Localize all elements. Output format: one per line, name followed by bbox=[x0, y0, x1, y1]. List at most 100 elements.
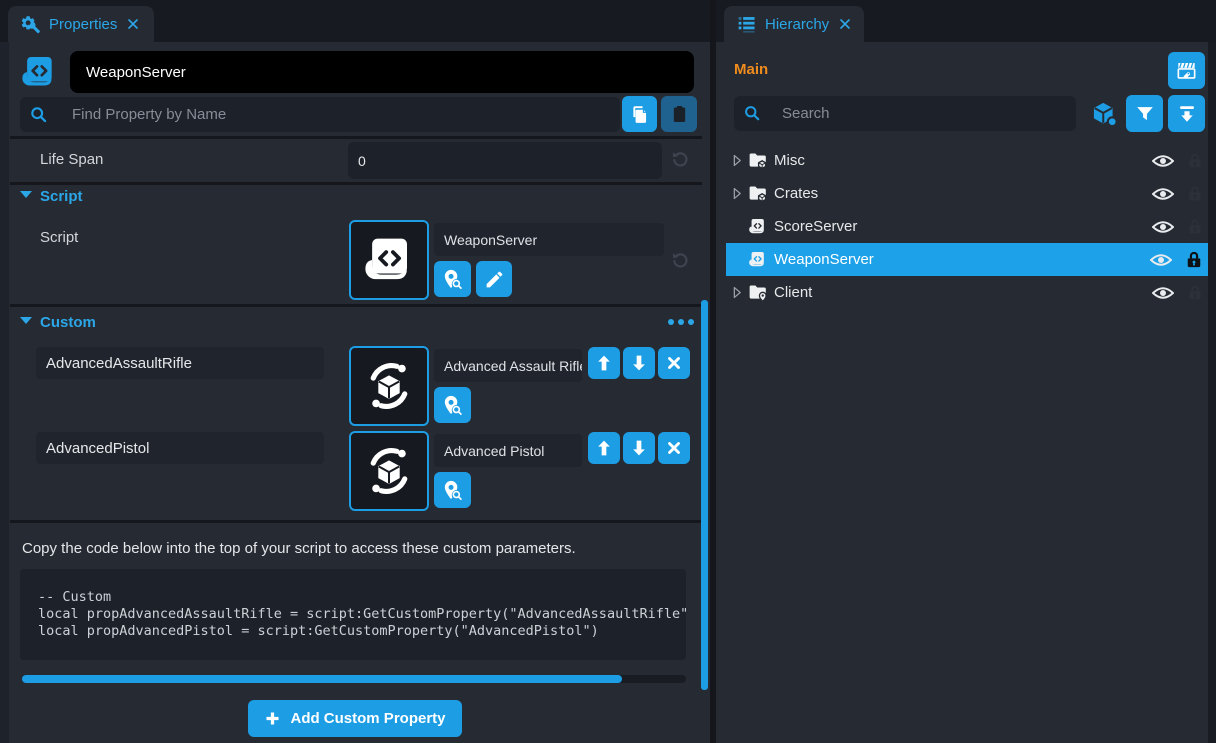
custom-property-name-input[interactable] bbox=[36, 347, 324, 379]
reset-life-span-icon[interactable] bbox=[670, 150, 690, 170]
hierarchy-tree: Misc Crates ScoreServer bbox=[726, 144, 1208, 309]
object-name-input[interactable] bbox=[70, 51, 694, 93]
divider bbox=[10, 520, 702, 523]
collapse-custom-section-icon[interactable] bbox=[20, 317, 32, 324]
pin-search-icon bbox=[441, 479, 464, 502]
asset-cube-icon bbox=[362, 444, 416, 498]
add-custom-property-button[interactable]: Add Custom Property bbox=[248, 700, 462, 737]
plus-icon bbox=[264, 710, 281, 727]
divider bbox=[10, 136, 702, 139]
visibility-eye-icon[interactable] bbox=[1150, 253, 1172, 267]
pencil-icon bbox=[484, 269, 505, 290]
horizontal-scrollbar-track[interactable] bbox=[22, 675, 686, 683]
horizontal-scrollbar-thumb[interactable] bbox=[22, 675, 622, 683]
tab-properties[interactable]: Properties bbox=[8, 6, 154, 42]
divider bbox=[10, 304, 702, 307]
collapse-all-button[interactable] bbox=[1168, 95, 1205, 132]
script-type-icon bbox=[20, 53, 58, 96]
asset-reference-value[interactable]: Advanced Assault Rifle bbox=[434, 349, 582, 382]
tree-row-weaponserver[interactable]: WeaponServer bbox=[726, 243, 1208, 276]
expand-chevron-icon[interactable] bbox=[728, 154, 746, 167]
delete-custom-property-button[interactable] bbox=[658, 432, 690, 464]
code-snippet-block[interactable]: -- Custom local propAdvancedAssaultRifle… bbox=[20, 569, 686, 660]
tree-row-label: Crates bbox=[774, 185, 818, 202]
tab-properties-label: Properties bbox=[49, 16, 117, 33]
tree-row-label: Client bbox=[774, 284, 812, 301]
find-asset-button[interactable] bbox=[434, 472, 471, 508]
script-section-title: Script bbox=[40, 188, 83, 205]
script-reference-value[interactable]: WeaponServer bbox=[434, 223, 664, 256]
folder-cube-icon bbox=[746, 183, 768, 204]
tree-row-label: ScoreServer bbox=[774, 218, 857, 235]
tab-hierarchy[interactable]: Hierarchy bbox=[724, 6, 864, 42]
visibility-eye-icon[interactable] bbox=[1152, 187, 1174, 201]
asset-thumbnail[interactable] bbox=[349, 431, 429, 511]
arrow-down-icon bbox=[629, 353, 649, 373]
vertical-scrollbar-thumb[interactable] bbox=[701, 300, 708, 690]
hierarchy-search-input[interactable] bbox=[734, 96, 1076, 131]
lock-icon[interactable] bbox=[1186, 185, 1204, 203]
pin-search-icon bbox=[441, 268, 464, 291]
collapse-script-section-icon[interactable] bbox=[20, 191, 32, 198]
networked-object-icon[interactable] bbox=[1091, 100, 1119, 128]
asset-thumbnail[interactable] bbox=[349, 346, 429, 426]
visibility-eye-icon[interactable] bbox=[1152, 286, 1174, 300]
move-down-button[interactable] bbox=[623, 432, 655, 464]
tab-hierarchy-label: Hierarchy bbox=[765, 16, 829, 33]
custom-property-name-input[interactable] bbox=[36, 432, 324, 464]
lock-icon[interactable] bbox=[1186, 152, 1204, 170]
custom-section-menu-icon[interactable] bbox=[668, 319, 694, 325]
close-hierarchy-tab-icon[interactable] bbox=[837, 16, 853, 32]
paste-properties-button[interactable] bbox=[661, 96, 697, 132]
custom-parameters-hint: Copy the code below into the top of your… bbox=[22, 540, 576, 557]
life-span-label: Life Span bbox=[40, 151, 103, 168]
script-scroll-icon bbox=[362, 233, 416, 287]
x-icon bbox=[665, 439, 683, 457]
visibility-eye-icon[interactable] bbox=[1152, 154, 1174, 168]
filter-button[interactable] bbox=[1126, 95, 1163, 132]
delete-custom-property-button[interactable] bbox=[658, 347, 690, 379]
tree-row-crates[interactable]: Crates bbox=[726, 177, 1208, 210]
close-properties-tab-icon[interactable] bbox=[125, 16, 141, 32]
property-search-input[interactable] bbox=[20, 97, 620, 132]
arrow-up-icon bbox=[594, 438, 614, 458]
tree-row-misc[interactable]: Misc bbox=[726, 144, 1208, 177]
tree-row-label: Misc bbox=[774, 152, 805, 169]
properties-panel: Properties Life Span Script Script Weapo… bbox=[0, 0, 710, 743]
lock-icon[interactable] bbox=[1184, 250, 1204, 270]
search-icon bbox=[742, 103, 762, 123]
add-custom-property-label: Add Custom Property bbox=[290, 710, 445, 727]
move-up-button[interactable] bbox=[588, 432, 620, 464]
tree-row-client[interactable]: Client bbox=[726, 276, 1208, 309]
find-asset-button[interactable] bbox=[434, 387, 471, 423]
code-line: -- Custom bbox=[38, 589, 686, 606]
script-row-label: Script bbox=[40, 229, 78, 246]
tree-row-scoreserver[interactable]: ScoreServer bbox=[726, 210, 1208, 243]
script-asset-thumbnail[interactable] bbox=[349, 220, 429, 300]
visibility-eye-icon[interactable] bbox=[1152, 220, 1174, 234]
script-scroll-icon bbox=[746, 250, 768, 269]
copy-properties-button[interactable] bbox=[622, 96, 657, 132]
reset-script-icon[interactable] bbox=[670, 251, 690, 271]
funnel-icon bbox=[1134, 103, 1156, 125]
scene-label: Main bbox=[734, 61, 768, 78]
pin-search-icon bbox=[441, 394, 464, 417]
hierarchy-panel: Hierarchy Main Misc bbox=[716, 0, 1216, 743]
expand-chevron-icon[interactable] bbox=[728, 187, 746, 200]
find-script-button[interactable] bbox=[434, 261, 471, 297]
cinematic-button[interactable] bbox=[1168, 52, 1205, 89]
edit-script-button[interactable] bbox=[476, 261, 512, 297]
properties-left-edge bbox=[0, 42, 9, 743]
asset-reference-value[interactable]: Advanced Pistol bbox=[434, 434, 582, 467]
lock-icon[interactable] bbox=[1186, 218, 1204, 236]
hierarchy-list-icon bbox=[736, 14, 757, 35]
folder-cube-icon bbox=[746, 150, 768, 171]
expand-chevron-icon[interactable] bbox=[728, 286, 746, 299]
lock-icon[interactable] bbox=[1186, 284, 1204, 302]
copy-icon bbox=[629, 104, 650, 125]
life-span-input[interactable] bbox=[348, 142, 662, 179]
arrow-up-icon bbox=[594, 353, 614, 373]
move-down-button[interactable] bbox=[623, 347, 655, 379]
move-up-button[interactable] bbox=[588, 347, 620, 379]
asset-cube-icon bbox=[362, 359, 416, 413]
